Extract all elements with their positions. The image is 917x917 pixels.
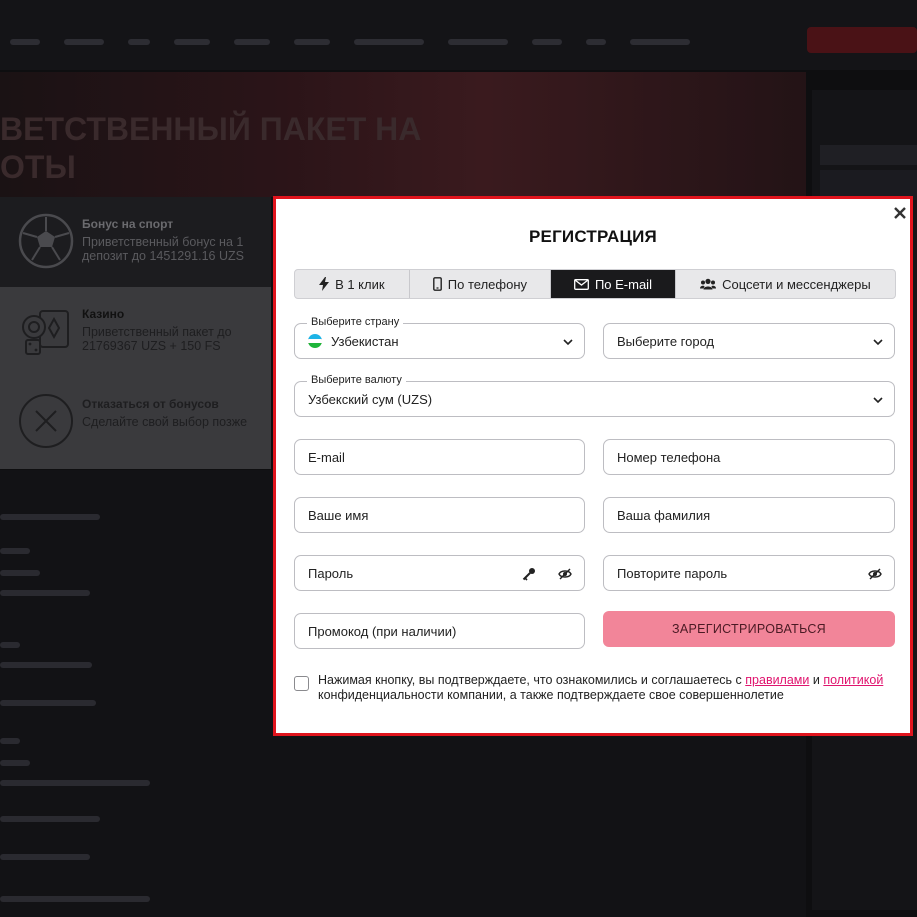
currency-value: Узбекский сум (UZS) (308, 391, 433, 407)
last-name-field[interactable]: Ваша фамилия (603, 497, 895, 533)
phone-icon (432, 277, 442, 291)
rules-link[interactable]: правилами (745, 673, 809, 687)
bonus-desc: Приветственный бонус на 1 депозит до 145… (82, 235, 244, 263)
bonus-selector: Бонус на спорт Приветственный бонус на 1… (0, 197, 271, 469)
currency-select[interactable]: Выберите валюту Узбекский сум (UZS) (294, 374, 895, 417)
registration-modal: РЕГИСТРАЦИЯ В 1 клик По телефону По E-ma… (273, 196, 913, 736)
agreement-text: Нажимая кнопку, вы подтверждаете, что оз… (318, 673, 884, 702)
bonus-title: Бонус на спорт (82, 217, 174, 231)
agreement-checkbox[interactable] (294, 676, 309, 691)
banner-title: ВЕТСТВЕННЫЙ ПАКЕТ НА ОТЫ (0, 111, 422, 185)
users-icon (700, 278, 717, 290)
chevron-down-icon (873, 339, 883, 346)
eye-off-icon[interactable] (558, 567, 572, 581)
registration-tabs: В 1 клик По телефону По E-mail Соцсети и… (294, 269, 896, 299)
email-placeholder: E-mail (308, 449, 345, 465)
bonus-title: Казино (82, 307, 125, 321)
tab-label: По E-mail (594, 276, 652, 292)
phone-placeholder: Номер телефона (617, 449, 721, 465)
promo-code-field[interactable]: Промокод (при наличии) (294, 613, 585, 649)
register-button[interactable]: ЗАРЕГИСТРИРОВАТЬСЯ (603, 611, 895, 647)
bonus-option-casino[interactable]: Казино Приветственный пакет до 21769367 … (0, 287, 271, 377)
chevron-down-icon (873, 397, 883, 404)
email-field[interactable]: E-mail (294, 439, 585, 475)
chevron-down-icon (563, 339, 573, 346)
country-value: Узбекистан (331, 333, 399, 349)
eye-off-icon[interactable] (868, 567, 882, 581)
bonus-title: Отказаться от бонусов (82, 397, 219, 411)
agreement-block: Нажимая кнопку, вы подтверждаете, что оз… (294, 673, 894, 702)
promo-placeholder: Промокод (при наличии) (308, 623, 457, 639)
password-placeholder: Пароль (308, 565, 354, 581)
phone-field[interactable]: Номер телефона (603, 439, 895, 475)
bonus-desc: Сделайте свой выбор позже (82, 415, 248, 429)
tab-email[interactable]: По E-mail (551, 270, 676, 298)
key-icon[interactable] (522, 567, 536, 581)
country-select[interactable]: Выберите страну Узбекистан (294, 316, 585, 359)
site-nav (0, 32, 917, 52)
lightning-icon (319, 277, 330, 291)
password-field[interactable]: Пароль (294, 555, 585, 591)
bonus-option-sport[interactable]: Бонус на спорт Приветственный бонус на 1… (0, 197, 271, 287)
first-name-field[interactable]: Ваше имя (294, 497, 585, 533)
password-repeat-field[interactable]: Повторите пароль (603, 555, 895, 591)
decline-x-icon (19, 394, 73, 448)
soccer-ball-icon (18, 213, 74, 269)
tab-label: Соцсети и мессенджеры (722, 276, 871, 292)
field-label: Выберите валюту (307, 374, 406, 386)
tab-label: По телефону (447, 276, 527, 292)
casino-chips-icon (22, 310, 69, 355)
city-select[interactable]: Выберите город (603, 323, 895, 359)
tab-label: В 1 клик (335, 276, 385, 292)
privacy-policy-link[interactable]: политикой (823, 673, 883, 687)
header-register-button[interactable] (807, 27, 917, 53)
password-repeat-placeholder: Повторите пароль (617, 565, 728, 581)
bonus-option-decline[interactable]: Отказаться от бонусов Сделайте свой выбо… (0, 377, 271, 469)
uzbekistan-flag-icon (308, 334, 322, 348)
close-icon[interactable] (892, 205, 908, 221)
tab-social[interactable]: Соцсети и мессенджеры (676, 270, 895, 298)
modal-title: РЕГИСТРАЦИЯ (529, 227, 657, 246)
tab-phone[interactable]: По телефону (410, 270, 552, 298)
bonus-desc: Приветственный пакет до 21769367 UZS + 1… (82, 325, 232, 353)
first-name-placeholder: Ваше имя (308, 507, 369, 523)
last-name-placeholder: Ваша фамилия (617, 507, 711, 523)
field-label: Выберите страну (307, 316, 404, 328)
envelope-icon (573, 278, 589, 290)
city-placeholder: Выберите город (617, 333, 715, 349)
tab-one-click[interactable]: В 1 клик (295, 270, 410, 298)
